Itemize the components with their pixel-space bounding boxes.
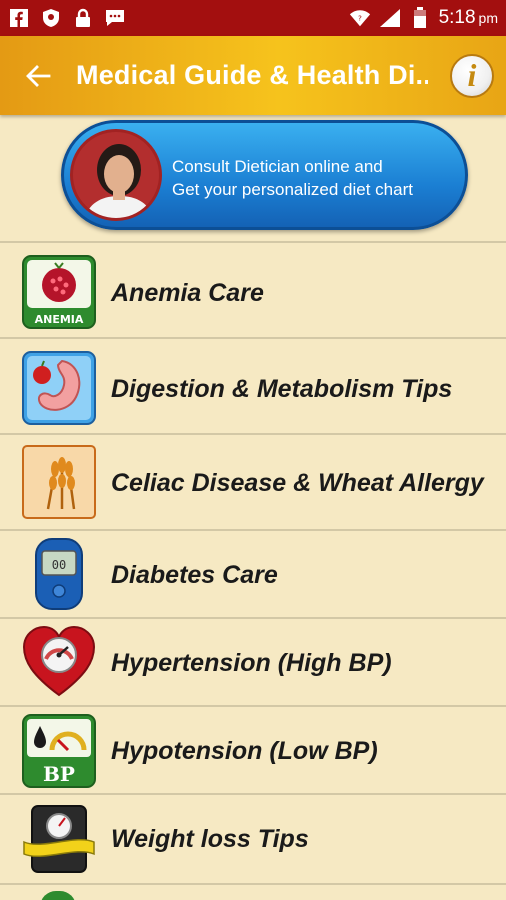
list-item-celiac-disease[interactable]: Celiac Disease & Wheat Allergy	[0, 433, 506, 529]
list-item-partial[interactable]	[0, 883, 506, 900]
status-bar: ? 5:18 pm	[0, 0, 506, 36]
message-icon	[104, 7, 126, 29]
wifi-icon: ?	[349, 7, 371, 29]
dietician-banner[interactable]: Consult Dietician online and Get your pe…	[61, 120, 468, 230]
svg-text:?: ?	[358, 14, 362, 23]
clock: 5:18 pm	[438, 7, 498, 28]
list-item-anemia-care[interactable]: ANEMIA Anemia Care	[0, 241, 506, 337]
wheat-icon	[22, 445, 96, 519]
list-item-label: Hypertension (High BP)	[111, 649, 392, 677]
anemia-icon: ANEMIA	[22, 255, 96, 329]
back-button[interactable]	[0, 36, 76, 115]
battery-icon	[409, 7, 431, 29]
list-item-label: Digestion & Metabolism Tips	[111, 375, 453, 403]
svg-text:00: 00	[52, 558, 66, 572]
list-item-label: Weight loss Tips	[111, 825, 309, 853]
partial-item-icon	[40, 891, 76, 900]
list-item-digestion-metabolism[interactable]: Digestion & Metabolism Tips	[0, 337, 506, 433]
list-item-weight-loss[interactable]: Weight loss Tips	[0, 793, 506, 883]
list-item-hypotension[interactable]: BP Hypotension (Low BP)	[0, 705, 506, 793]
facebook-icon	[8, 7, 30, 29]
list-item-label: Diabetes Care	[111, 561, 278, 589]
glucometer-icon: 00	[22, 537, 96, 611]
signal-icon	[379, 7, 401, 29]
list-item-label: Anemia Care	[111, 279, 264, 307]
heart-gauge-icon	[22, 625, 96, 699]
page-title: Medical Guide & Health Di...	[76, 60, 428, 90]
list-item-diabetes-care[interactable]: 00 Diabetes Care	[0, 529, 506, 617]
shield-icon	[40, 7, 62, 29]
list-item-hypertension[interactable]: Hypertension (High BP)	[0, 617, 506, 705]
info-button[interactable]: i	[450, 53, 494, 98]
low-bp-icon-text: BP	[43, 762, 75, 786]
lock-icon	[72, 7, 94, 29]
list-item-label: Hypotension (Low BP)	[111, 737, 378, 765]
anemia-icon-text: ANEMIA	[35, 313, 84, 326]
stomach-icon	[22, 351, 96, 425]
dietician-avatar	[70, 129, 162, 221]
app-bar: Medical Guide & Health Di... i	[0, 36, 506, 115]
back-arrow-icon	[26, 64, 51, 87]
list-item-label: Celiac Disease & Wheat Allergy	[111, 469, 484, 497]
low-bp-icon: BP	[22, 714, 96, 788]
banner-text: Consult Dietician online and Get your pe…	[172, 157, 413, 199]
topic-list: ANEMIA Anemia Care Digestion & Metabolis…	[0, 241, 506, 900]
weighing-scale-icon	[22, 802, 96, 876]
